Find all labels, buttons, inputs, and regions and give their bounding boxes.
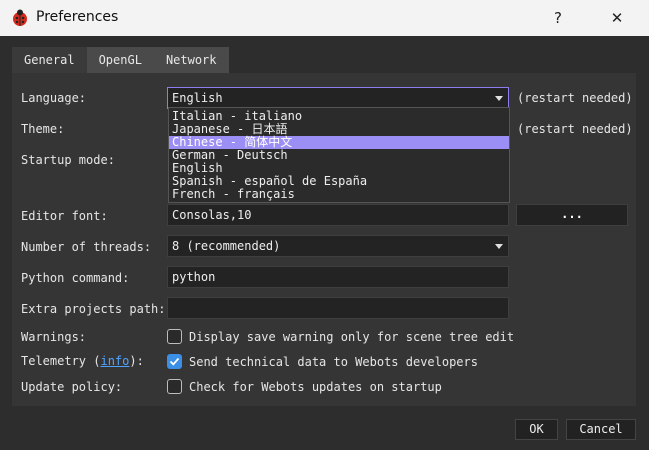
update-policy-checkbox[interactable] <box>167 379 182 394</box>
extra-projects-path-input[interactable] <box>167 297 509 319</box>
telemetry-checkbox-text: Send technical data to Webots developers <box>189 355 478 369</box>
language-dropdown-list: Italian - italiano Japanese - 日本語 Chines… <box>168 107 510 203</box>
editor-font-label: Editor font: <box>21 209 108 223</box>
theme-label: Theme: <box>21 122 65 136</box>
cancel-button[interactable]: Cancel <box>566 419 636 440</box>
editor-font-field[interactable]: Consolas,10 <box>167 204 509 226</box>
language-option[interactable]: French - français <box>169 188 509 201</box>
window-title: Preferences <box>36 9 119 25</box>
font-chooser-button[interactable]: ... <box>516 204 628 226</box>
tab-general[interactable]: General <box>12 47 87 73</box>
close-button[interactable]: ✕ <box>594 0 640 36</box>
checkmark-icon <box>169 357 180 366</box>
warnings-label: Warnings: <box>21 330 87 344</box>
tab-network[interactable]: Network <box>153 47 229 73</box>
threads-label: Number of threads: <box>21 240 152 254</box>
python-command-label: Python command: <box>21 271 130 285</box>
chevron-down-icon <box>495 96 503 101</box>
telemetry-checkbox[interactable] <box>167 354 182 369</box>
update-policy-checkbox-text: Check for Webots updates on startup <box>189 380 442 394</box>
language-value: English <box>172 91 223 105</box>
language-label: Language: <box>21 91 87 105</box>
theme-restart-note: (restart needed) <box>517 122 633 136</box>
language-combo[interactable]: English <box>167 87 509 109</box>
title-bar: Preferences ? ✕ <box>0 0 649 36</box>
tab-opengl[interactable]: OpenGL <box>86 47 154 73</box>
threads-combo[interactable]: 8 (recommended) <box>167 235 509 257</box>
telemetry-label-suffix: ): <box>129 354 144 368</box>
ok-button[interactable]: OK <box>515 419 558 440</box>
warnings-checkbox[interactable] <box>167 329 182 344</box>
chevron-down-icon <box>495 244 503 249</box>
webots-ladybug-icon <box>13 9 27 26</box>
language-restart-note: (restart needed) <box>517 91 633 105</box>
warnings-checkbox-text: Display save warning only for scene tree… <box>189 330 515 344</box>
telemetry-label-prefix: Telemetry ( <box>21 354 101 368</box>
telemetry-info-link[interactable]: info <box>100 354 129 368</box>
tab-bar: General OpenGL Network <box>12 47 229 73</box>
threads-value: 8 (recommended) <box>172 239 281 253</box>
python-command-input[interactable]: python <box>167 266 509 288</box>
startup-mode-label: Startup mode: <box>21 153 115 167</box>
update-policy-label: Update policy: <box>21 380 123 394</box>
extra-projects-path-label: Extra projects path: <box>21 302 166 316</box>
help-button[interactable]: ? <box>535 0 581 36</box>
telemetry-label: Telemetry (info): <box>21 354 144 368</box>
